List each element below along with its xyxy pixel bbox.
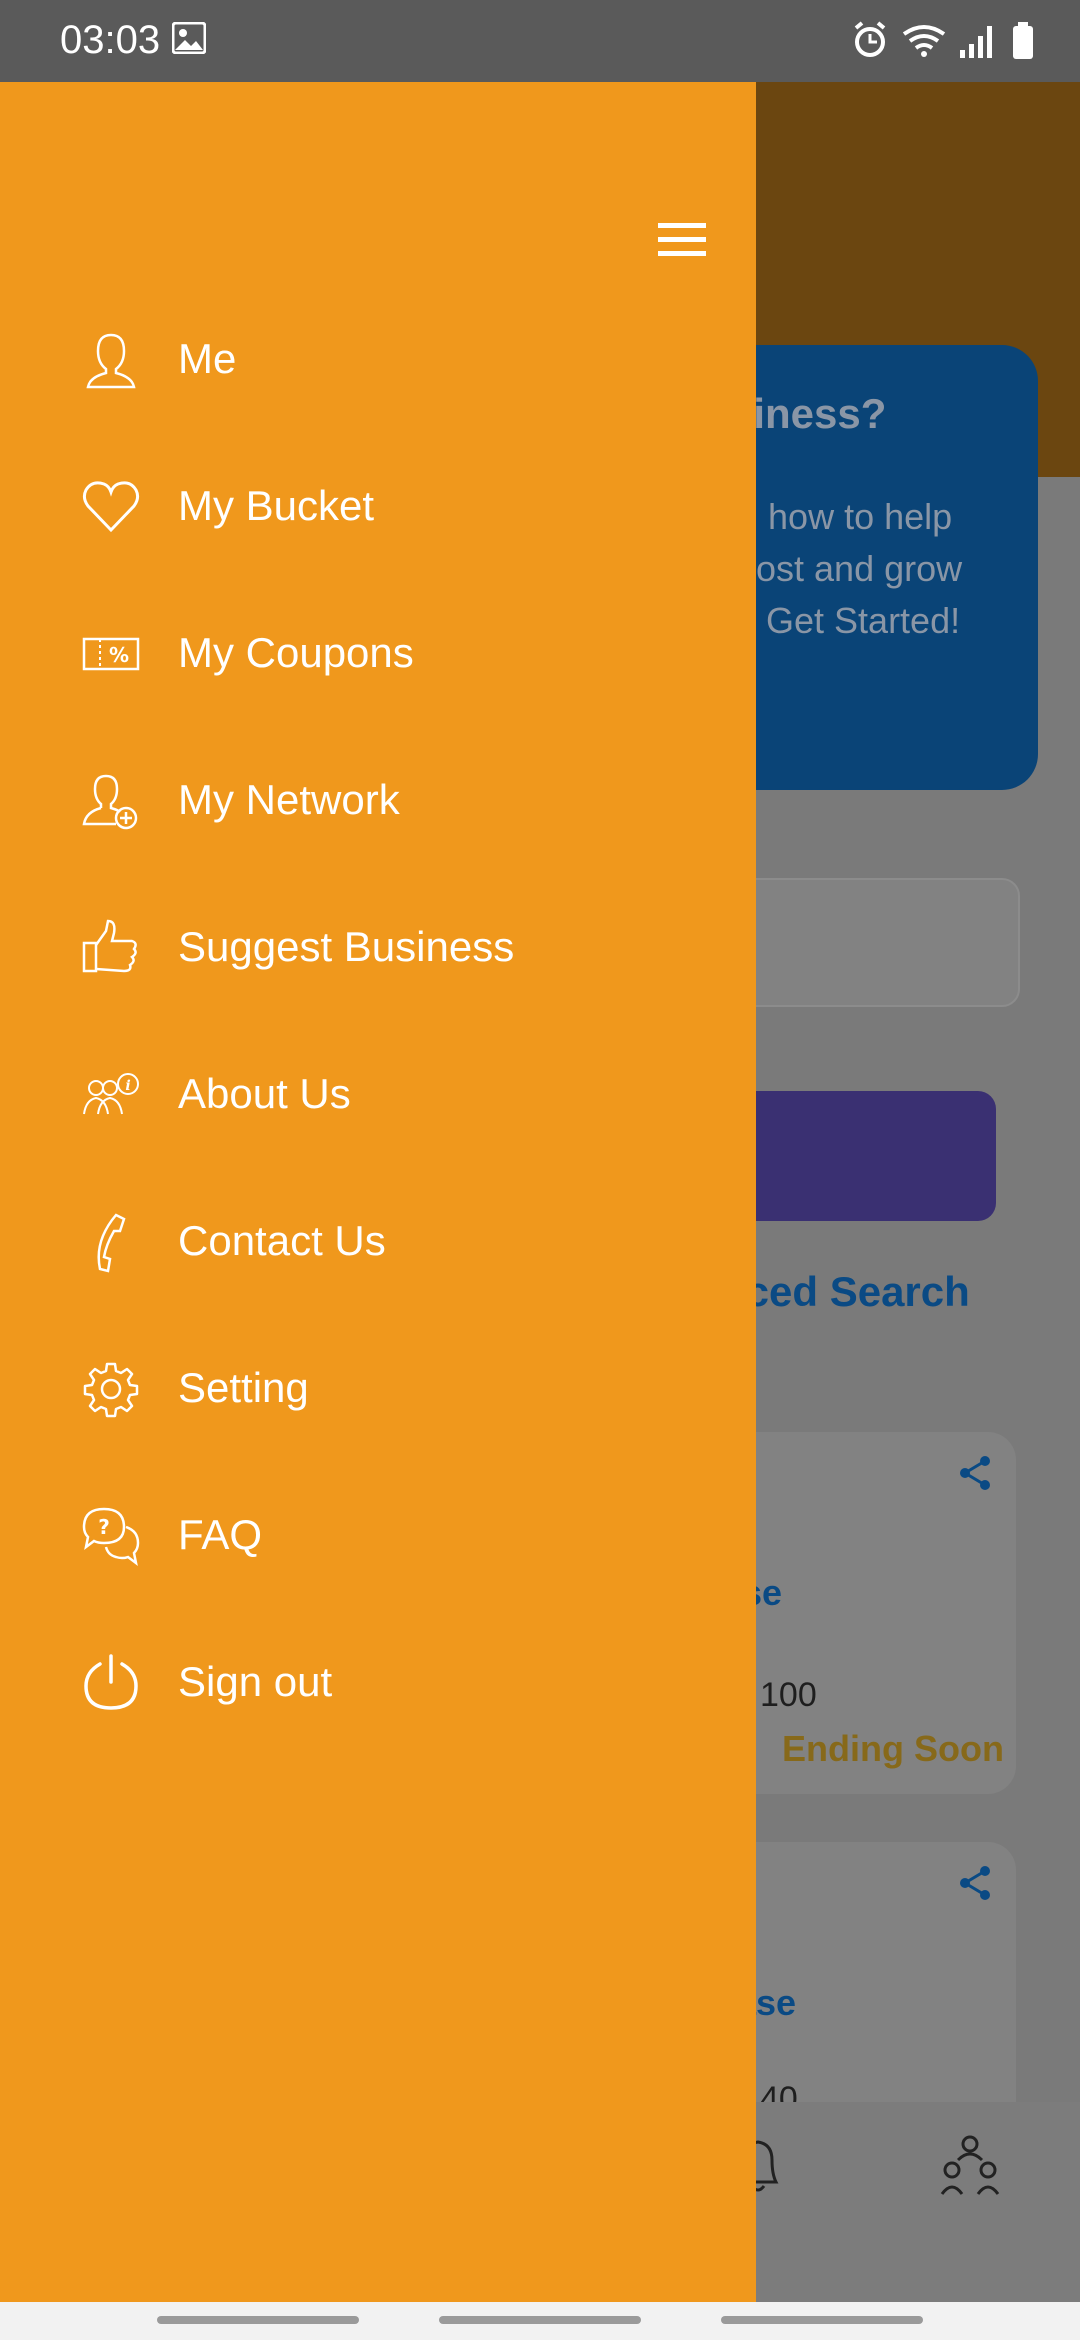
drawer-item-faq[interactable]: ? FAQ: [0, 1477, 756, 1597]
svg-text:i: i: [125, 1078, 130, 1094]
drawer-item-label: Me: [178, 335, 237, 382]
drawer-item-label: About Us: [178, 1070, 351, 1117]
back-button[interactable]: [721, 2316, 923, 2324]
drawer-item-my-network[interactable]: My Network: [0, 742, 756, 862]
home-button[interactable]: [439, 2316, 641, 2324]
power-icon: [84, 1654, 138, 1710]
add-user-icon: [82, 774, 138, 830]
signal-icon: [960, 26, 992, 58]
drawer-item-about-us[interactable]: i About Us: [0, 1036, 756, 1156]
drawer-item-sign-out[interactable]: Sign out: [0, 1624, 756, 1744]
battery-icon: [1013, 22, 1033, 59]
promo-card-line: cost and grow: [738, 548, 963, 589]
share-icon: [960, 1866, 990, 1900]
drawer-item-label: Sign out: [178, 1658, 333, 1705]
hamburger-menu-icon[interactable]: [650, 217, 716, 267]
listing-price: 100: [760, 1676, 817, 1714]
thumbs-up-icon: [82, 919, 137, 973]
drawer-item-me[interactable]: Me: [0, 301, 756, 421]
drawer-item-label: Suggest Business: [178, 923, 515, 970]
promo-card-line: d how to help: [738, 496, 953, 537]
drawer-item-label: My Bucket: [178, 482, 375, 529]
user-icon: [86, 333, 136, 389]
status-bar: 03:03: [0, 0, 1080, 82]
drawer-item-label: Contact Us: [178, 1217, 386, 1264]
gear-icon: [83, 1362, 139, 1418]
promo-card-line: s Get Started!: [738, 600, 961, 641]
alarm-icon: [854, 21, 886, 57]
svg-text:?: ?: [98, 1515, 110, 1539]
navigation-drawer: Me My Bucket % My Coupons My Network Sug…: [0, 82, 756, 2302]
status-icons: [854, 21, 1033, 59]
wifi-icon: [902, 25, 946, 57]
drawer-item-suggest-business[interactable]: Suggest Business: [0, 889, 756, 1009]
status-time: 03:03: [60, 18, 161, 62]
drawer-item-label: FAQ: [178, 1511, 263, 1558]
svg-text:%: %: [109, 643, 129, 667]
phone-icon: [97, 1213, 126, 1273]
recent-apps-button[interactable]: [157, 2316, 359, 2324]
gallery-icon: [172, 22, 206, 54]
ending-soon-badge: Ending Soon: [782, 1728, 1004, 1769]
drawer-item-label: My Coupons: [178, 629, 414, 676]
coupon-icon: %: [82, 637, 140, 671]
drawer-item-my-coupons[interactable]: % My Coupons: [0, 595, 756, 715]
faq-icon: ?: [82, 1507, 140, 1566]
drawer-item-my-bucket[interactable]: My Bucket: [0, 448, 756, 568]
drawer-item-label: Setting: [178, 1364, 309, 1411]
community-icon: [940, 2135, 1000, 2195]
advanced-search-link: nced Search: [720, 1268, 970, 1315]
share-icon: [960, 1456, 990, 1490]
listing-price: 40: [760, 2080, 798, 2102]
drawer-item-label: My Network: [178, 776, 400, 823]
heart-icon: [82, 481, 140, 533]
about-icon: i: [83, 1073, 139, 1115]
drawer-item-contact-us[interactable]: Contact Us: [0, 1183, 756, 1303]
drawer-item-setting[interactable]: Setting: [0, 1330, 756, 1450]
